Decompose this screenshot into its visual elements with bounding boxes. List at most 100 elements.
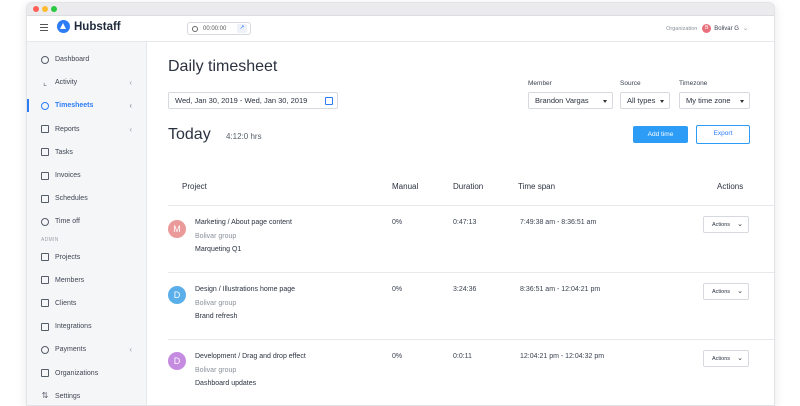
tasks-icon <box>41 148 49 157</box>
folder-icon <box>41 253 49 262</box>
chevron-down-icon: ⌄ <box>737 355 743 362</box>
stopwatch-icon <box>192 25 198 32</box>
sidebar-item-label: Organizations <box>55 369 99 377</box>
chevron-down-icon: ⌄ <box>737 221 743 228</box>
caret-down-icon <box>660 100 664 103</box>
sidebar-item-label: Members <box>55 276 85 284</box>
minimize-window-button[interactable] <box>42 6 48 12</box>
today-heading: Today <box>168 126 211 143</box>
divider <box>168 272 774 273</box>
user-name: Bolivar G <box>714 25 739 32</box>
project-avatar: D <box>168 286 186 304</box>
time-span-value: 12:04:21 pm - 12:04:32 pm <box>520 353 605 360</box>
sidebar-item-tasks[interactable]: Tasks <box>27 141 146 164</box>
project-tag: Brand refresh <box>195 313 238 320</box>
sidebar-item-integrations[interactable]: Integrations <box>27 315 146 338</box>
divider <box>168 205 774 206</box>
export-button[interactable]: Export <box>696 125 750 144</box>
main-content: Daily timesheet Wed, Jan 30, 2019 - Wed,… <box>148 42 774 405</box>
project-avatar: M <box>168 220 186 238</box>
sidebar-item-clients[interactable]: Clients <box>27 292 146 315</box>
column-header-duration[interactable]: Duration <box>453 182 483 191</box>
chevron-left-icon: ‹ <box>129 101 132 111</box>
sidebar-item-label: Dashboard <box>55 56 90 64</box>
menu-icon[interactable] <box>40 24 48 32</box>
column-header-manual[interactable]: Manual <box>392 182 418 191</box>
sidebar-item-timesheets[interactable]: Timesheets ‹ <box>27 94 146 117</box>
add-time-button[interactable]: Add time <box>633 126 688 143</box>
manual-value: 0% <box>392 219 403 226</box>
timezone-select[interactable]: My time zone <box>679 92 750 109</box>
source-filter-label: Source <box>620 80 641 87</box>
dashboard-icon <box>41 55 49 64</box>
chevron-left-icon: ‹ <box>129 78 132 88</box>
sidebar-item-projects[interactable]: Projects <box>27 246 146 269</box>
sidebar-item-label: Integrations <box>55 323 92 331</box>
chevron-down-icon: ⌄ <box>737 288 743 295</box>
sidebar-item-time-off[interactable]: Time off <box>27 210 146 233</box>
sidebar-item-organizations[interactable]: Organizations <box>27 361 146 384</box>
sidebar-item-label: Time off <box>55 218 80 226</box>
actions-button[interactable]: Actions ⌄ <box>703 350 749 367</box>
schedules-icon <box>41 194 49 203</box>
top-bar: Hubstaff 00:00:00 ↗ Organization B Boliv… <box>27 16 774 42</box>
project-tag: Marqueting Q1 <box>195 246 242 253</box>
hubstaff-logo-icon <box>57 20 70 33</box>
project-group: Bolivar group <box>195 300 237 307</box>
caret-down-icon <box>740 100 744 103</box>
reports-icon <box>41 125 49 134</box>
sidebar-item-settings[interactable]: ⇅ Settings <box>27 385 146 405</box>
organization-switcher[interactable]: Organization B Bolivar G ⌄ <box>666 24 748 33</box>
duration-value: 0:47:13 <box>453 219 477 226</box>
clients-icon <box>41 299 49 308</box>
project-title[interactable]: Design / Illustrations home page <box>195 286 295 293</box>
app-name: Hubstaff <box>74 20 121 33</box>
manual-value: 0% <box>392 353 403 360</box>
maximize-window-button[interactable] <box>51 6 57 12</box>
sidebar-item-activity[interactable]: ⌞ Activity ‹ <box>27 71 146 94</box>
sidebar: Dashboard ⌞ Activity ‹ Timesheets ‹ Repo… <box>27 42 147 405</box>
window-titlebar <box>27 3 774 16</box>
sidebar-item-invoices[interactable]: Invoices <box>27 164 146 187</box>
open-external-icon[interactable]: ↗ <box>237 24 247 33</box>
actions-button[interactable]: Actions ⌄ <box>703 283 749 300</box>
actions-button[interactable]: Actions ⌄ <box>703 216 749 233</box>
sidebar-item-payments[interactable]: Payments ‹ <box>27 338 146 361</box>
timer-widget[interactable]: 00:00:00 ↗ <box>187 22 251 35</box>
time-span-value: 7:49:38 am - 8:36:51 am <box>520 219 597 226</box>
date-range-picker[interactable]: Wed, Jan 30, 2019 - Wed, Jan 30, 2019 <box>168 92 338 109</box>
project-group: Bolivar group <box>195 233 237 240</box>
close-window-button[interactable] <box>33 6 39 12</box>
organization-label: Organization <box>666 25 698 32</box>
app-window: Hubstaff 00:00:00 ↗ Organization B Boliv… <box>26 2 775 406</box>
sidebar-item-dashboard[interactable]: Dashboard <box>27 48 146 71</box>
project-title[interactable]: Development / Drag and drop effect <box>195 353 306 360</box>
sidebar-item-label: Timesheets <box>55 102 94 110</box>
organizations-icon <box>41 369 49 378</box>
manual-value: 0% <box>392 286 403 293</box>
sidebar-item-reports[interactable]: Reports ‹ <box>27 118 146 141</box>
project-tag: Dashboard updates <box>195 380 257 387</box>
project-avatar: D <box>168 352 186 370</box>
project-title[interactable]: Marketing / About page content <box>195 219 292 226</box>
column-header-time-span[interactable]: Time span <box>518 182 555 191</box>
member-filter-label: Member <box>528 80 552 87</box>
settings-icon: ⇅ <box>41 391 49 401</box>
actions-label: Actions <box>712 355 731 362</box>
sidebar-item-members[interactable]: Members <box>27 269 146 292</box>
actions-label: Actions <box>712 288 731 295</box>
sidebar-item-label: Reports <box>55 125 80 133</box>
column-header-actions: Actions <box>717 182 744 191</box>
calendar-icon[interactable] <box>325 97 333 105</box>
chevron-down-icon: ⌄ <box>742 26 748 32</box>
time-span-value: 8:36:51 am - 12:04:21 pm <box>520 286 601 293</box>
sidebar-item-label: Clients <box>55 299 77 307</box>
column-header-project[interactable]: Project <box>182 182 207 191</box>
app-logo[interactable]: Hubstaff <box>57 20 121 33</box>
sidebar-item-label: Projects <box>55 253 81 261</box>
sidebar-item-schedules[interactable]: Schedules <box>27 187 146 210</box>
member-select[interactable]: Brandon Vargas <box>528 92 613 109</box>
source-select[interactable]: All types <box>620 92 670 109</box>
sidebar-item-label: Activity <box>55 79 78 87</box>
timer-value: 00:00:00 <box>203 25 227 32</box>
